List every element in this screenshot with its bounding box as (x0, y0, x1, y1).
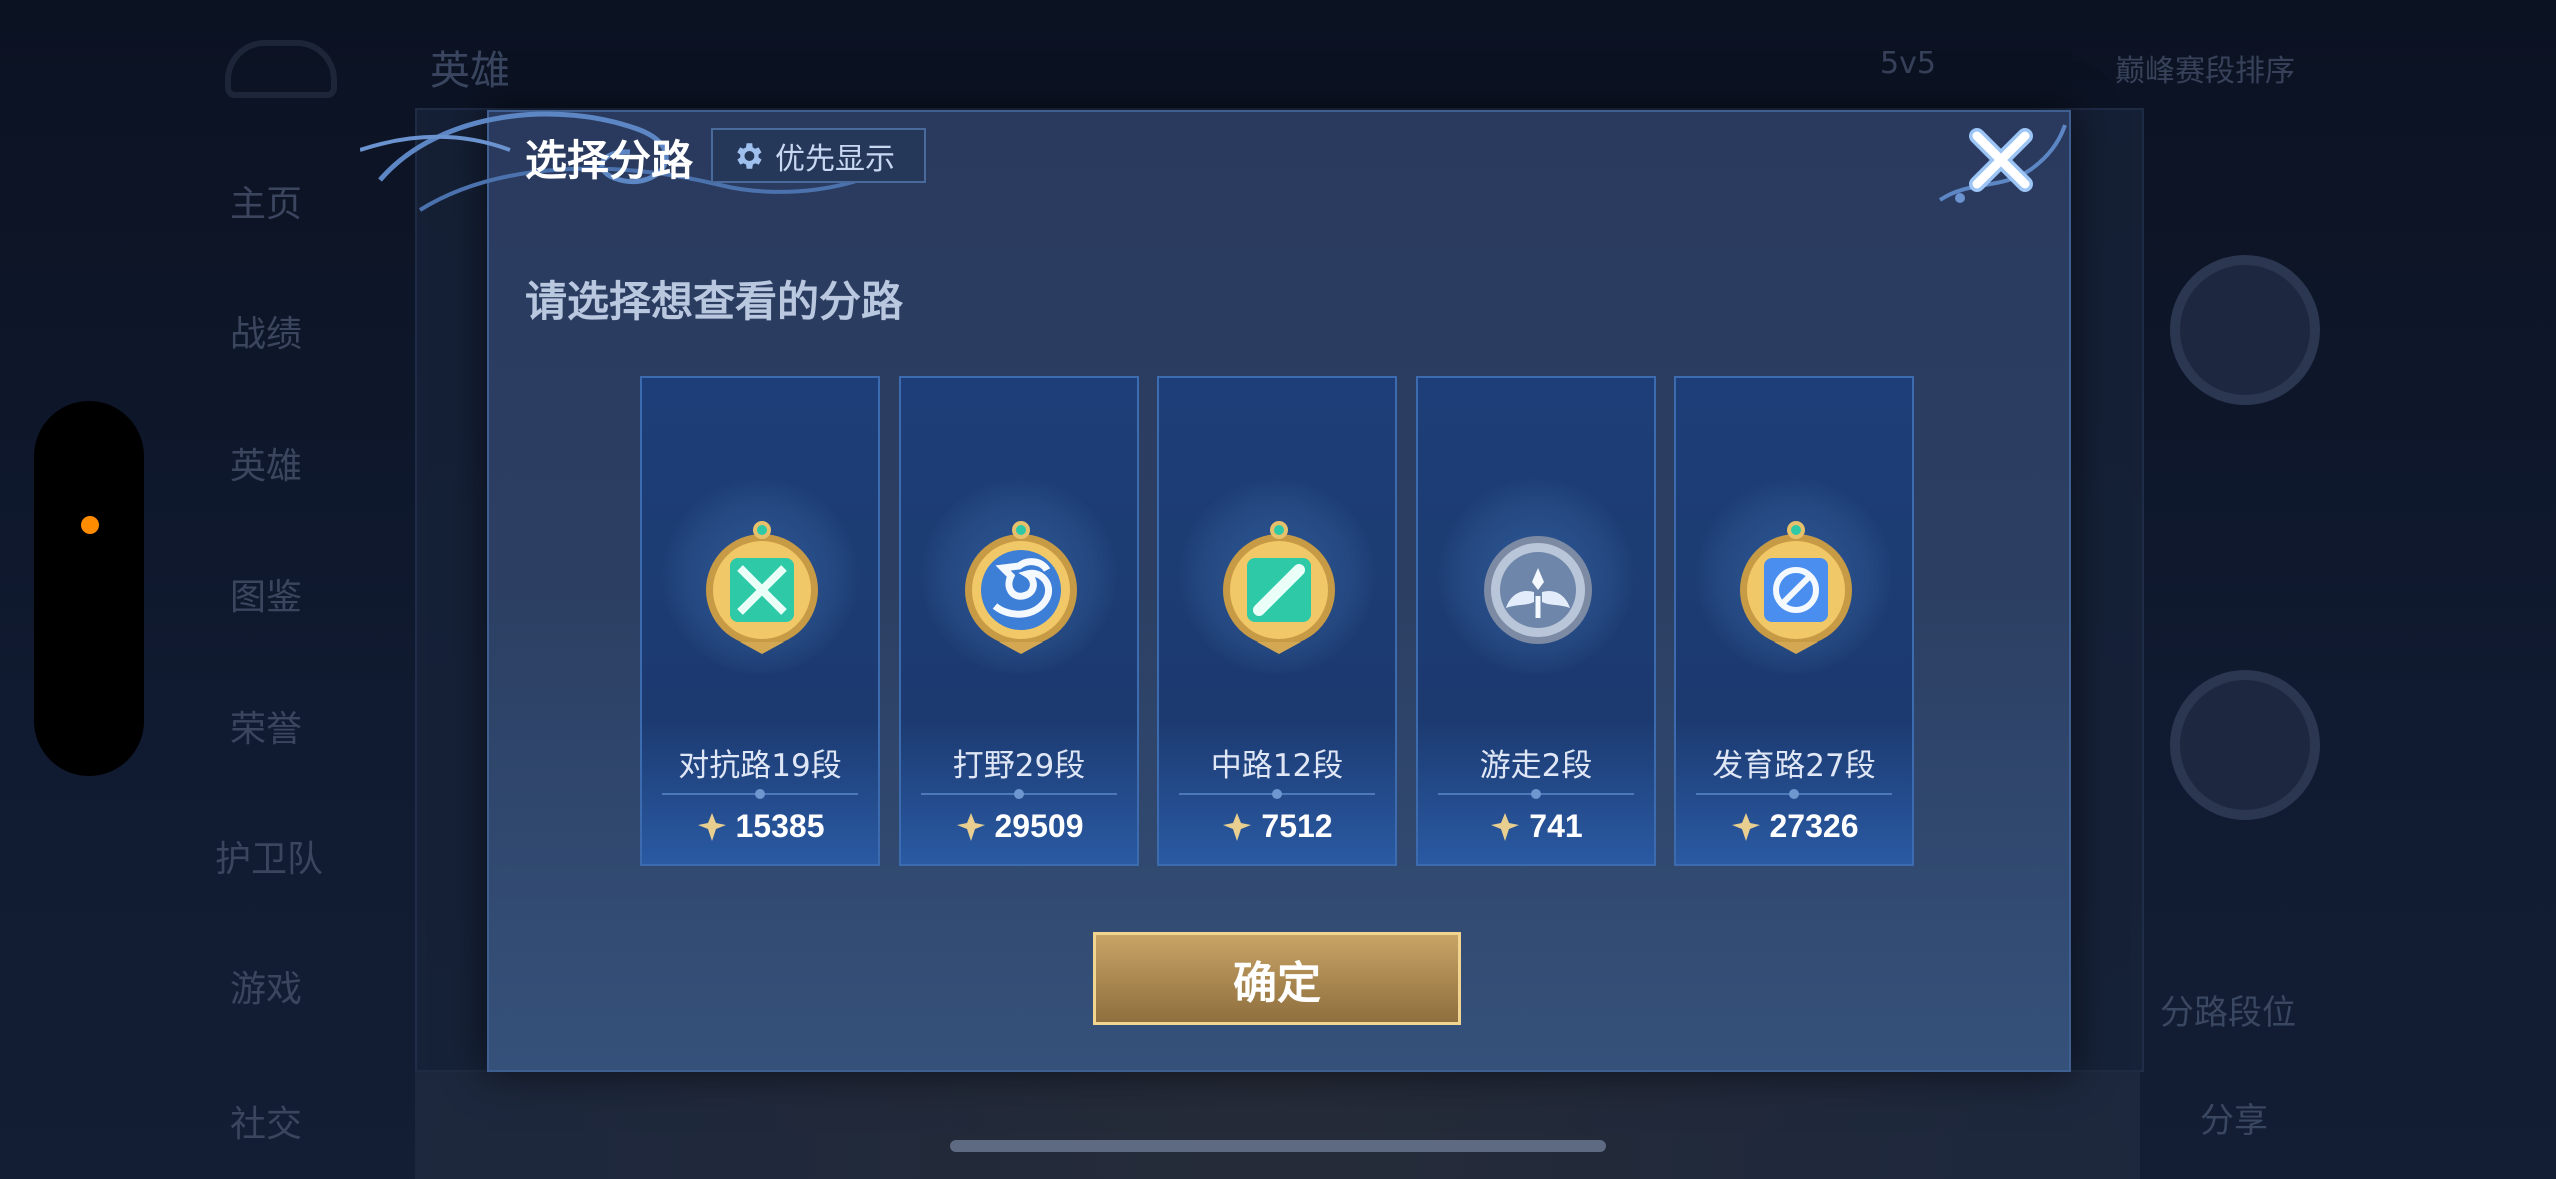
background-rank-badge-icon (2170, 670, 2320, 820)
background-sidebar-item: 英雄 (230, 446, 303, 487)
background-sidebar-item: 游戏 (230, 969, 303, 1010)
dragon-icon (965, 521, 1077, 654)
lane-score: 741 (1529, 808, 1583, 844)
lane-name: 游走2段 (1479, 748, 1593, 784)
priority-display-button[interactable]: 优先显示 (711, 128, 926, 183)
lane-name: 发育路27段 (1712, 748, 1876, 784)
background-sort-dropdown: 巅峰赛段排序 (2115, 54, 2295, 89)
priority-display-label: 优先显示 (775, 141, 895, 177)
background-sidebar-item: 社交 (230, 1104, 303, 1145)
divider-dot (1789, 789, 1799, 799)
background-tab-hero: 英雄 (430, 48, 510, 94)
background-sidebar-item: 战绩 (230, 314, 303, 355)
rank-points-icon (956, 812, 985, 841)
staff-icon (1223, 521, 1335, 654)
lane-card-top[interactable]: 对抗路19段 15385 (640, 376, 880, 866)
cross-swords-icon (706, 521, 818, 654)
gear-icon (737, 142, 762, 169)
rank-points-icon (697, 812, 726, 841)
floating-side-handle[interactable] (34, 401, 144, 776)
close-icon[interactable] (1965, 124, 2037, 196)
background-sidebar-item: 护卫队 (215, 839, 324, 880)
rank-points-icon (1491, 812, 1520, 841)
lane-score: 29509 (994, 808, 1084, 844)
lane-name: 打野29段 (952, 748, 1086, 784)
divider-dot (1531, 789, 1541, 799)
rank-points-icon (1731, 812, 1760, 841)
status-dot-icon (81, 516, 99, 534)
dialog-title: 选择分路 (525, 136, 694, 185)
arrow-icon (1740, 521, 1852, 654)
home-indicator[interactable] (950, 1140, 1606, 1152)
background-sidebar-item: 图鉴 (230, 577, 303, 618)
divider-dot (755, 789, 765, 799)
lane-score: 27326 (1769, 808, 1859, 844)
lane-card-roam[interactable]: 游走2段 741 (1416, 376, 1656, 866)
score-row: 7512 (1159, 808, 1395, 845)
lane-name: 中路12段 (1210, 748, 1344, 784)
dialog-subtitle: 请选择想查看的分路 (525, 277, 904, 326)
lane-score: 15385 (735, 808, 825, 844)
score-row: 29509 (901, 808, 1137, 845)
lane-name: 对抗路19段 (678, 748, 842, 784)
lane-score: 7512 (1261, 808, 1333, 844)
rank-points-icon (1223, 812, 1252, 841)
back-logo-icon (225, 40, 337, 98)
lane-card-adc[interactable]: 发育路27段 27326 (1674, 376, 1914, 866)
background-sidebar-item: 主页 (230, 184, 303, 225)
wings-icon (1484, 536, 1592, 644)
background-rank-badge-icon (2170, 255, 2320, 405)
background-share-label: 分享 (2200, 1101, 2268, 1141)
background-lane-rank-label: 分路段位 (2160, 993, 2296, 1033)
background-sidebar-item: 荣誉 (230, 709, 303, 750)
divider-dot (1272, 789, 1282, 799)
background-hero-strip (415, 1070, 2140, 1179)
background-mode-dropdown: 5v5 (1880, 46, 1936, 81)
score-row: 741 (1418, 808, 1654, 845)
divider-dot (1014, 789, 1024, 799)
lane-card-jungle[interactable]: 打野29段 29509 (899, 376, 1139, 866)
confirm-button[interactable]: 确定 (1093, 932, 1461, 1025)
score-row: 15385 (642, 808, 878, 845)
lane-card-mid[interactable]: 中路12段 7512 (1157, 376, 1397, 866)
score-row: 27326 (1676, 808, 1912, 845)
